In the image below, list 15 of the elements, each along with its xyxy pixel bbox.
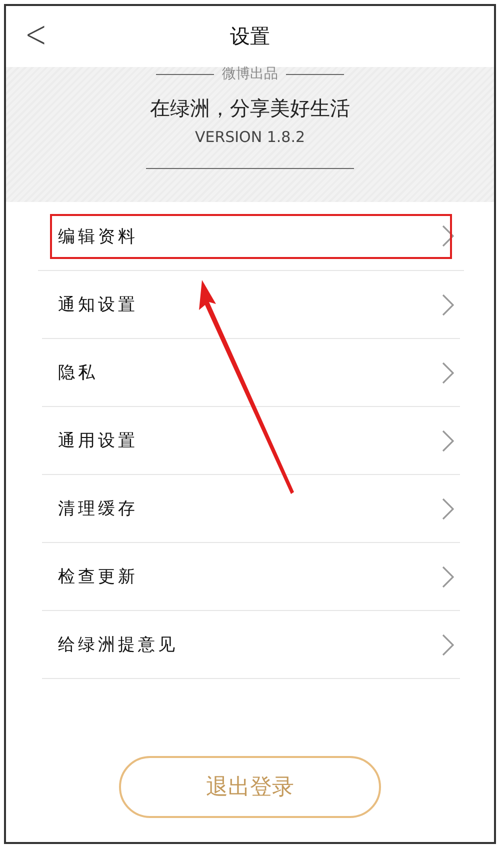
- chevron-right-icon: [442, 430, 454, 452]
- chevron-right-icon: [442, 498, 454, 520]
- chevron-right-icon: [442, 294, 454, 316]
- chevron-right-icon: [442, 634, 454, 656]
- version-label: VERSION 1.8.2: [194, 128, 306, 146]
- settings-item[interactable]: 给绿洲提意见: [42, 611, 460, 679]
- chevron-right-icon: [442, 362, 454, 384]
- back-button[interactable]: <: [20, 12, 52, 56]
- chevron-right-icon: [442, 225, 454, 247]
- chevron-right-icon: [442, 566, 454, 588]
- slogan: 在绿洲，分享美好生活: [150, 95, 350, 122]
- page-title: 设置: [230, 23, 270, 50]
- settings-item[interactable]: 编辑资料: [38, 202, 464, 271]
- settings-item[interactable]: 检查更新: [42, 543, 460, 611]
- maker-label: 微博出品: [222, 65, 278, 83]
